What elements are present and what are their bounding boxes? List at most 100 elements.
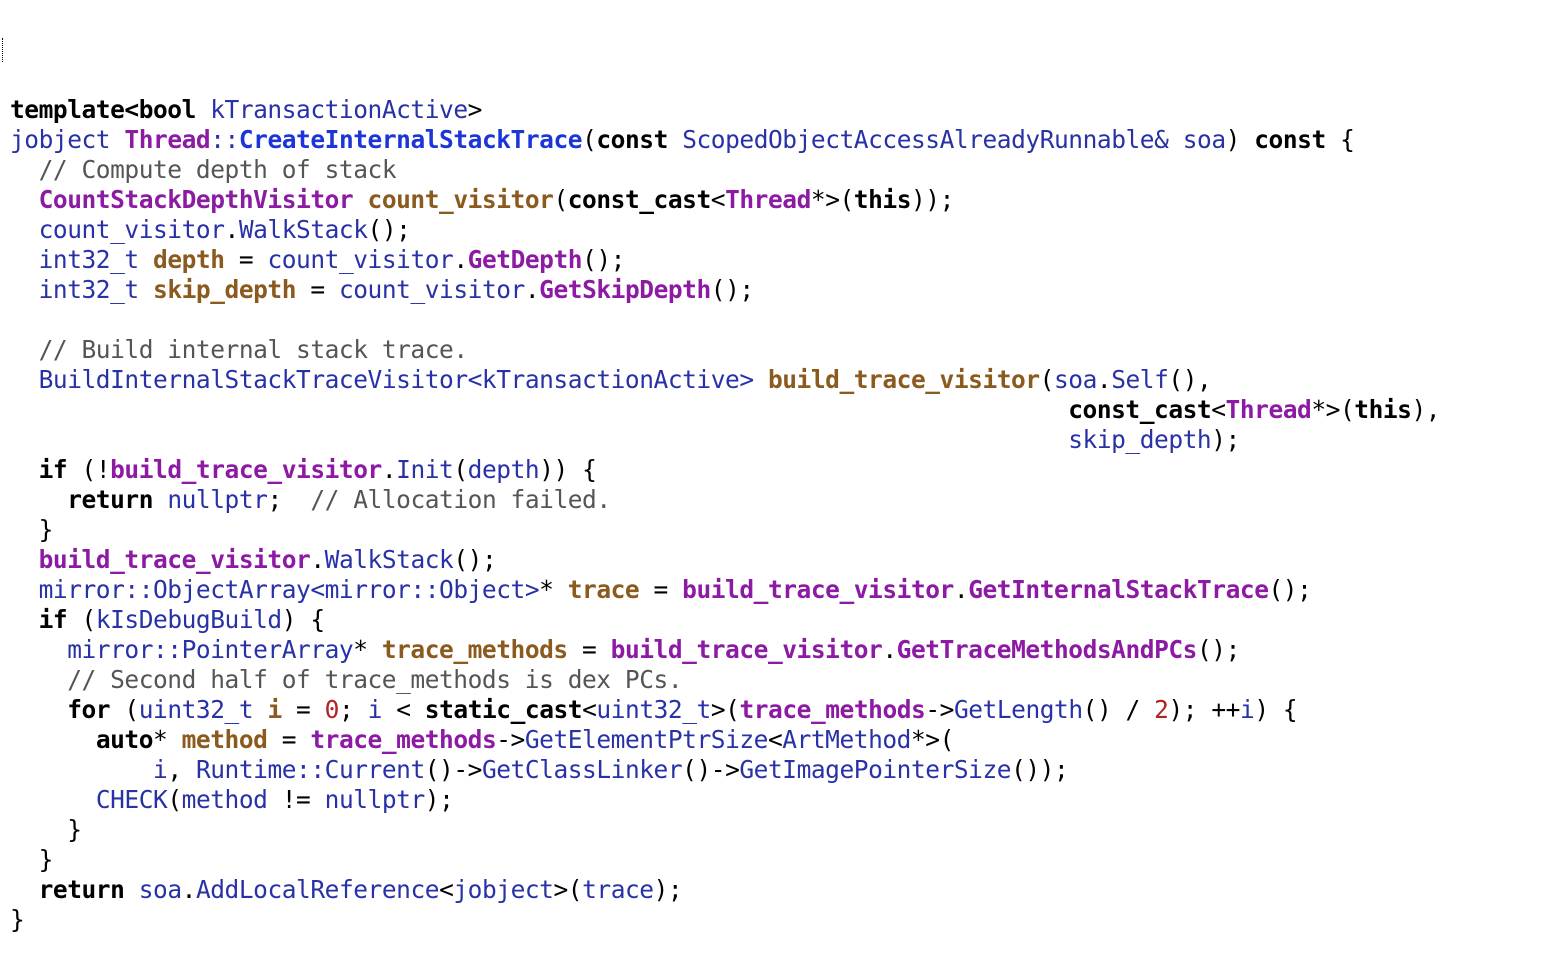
method-token: GetDepth: [467, 245, 583, 274]
comment-token: // Second half of trace_methods is dex P…: [67, 665, 683, 694]
punct-token: ,: [167, 755, 196, 784]
code-line: template<bool kTransactionActive>: [10, 95, 1564, 125]
punct-token: [10, 275, 39, 304]
identifier-token: i: [367, 695, 383, 724]
identifier-token: soa: [1053, 365, 1097, 394]
keyword-token: if: [38, 605, 68, 634]
type-token: mirror::PointerArray: [67, 635, 354, 664]
class-token: Thread: [1225, 395, 1312, 424]
punct-token: >: [467, 95, 483, 124]
punct-token: =: [639, 575, 683, 604]
punct-token: [10, 725, 96, 754]
punct-token: );: [1211, 425, 1240, 454]
code-line: }: [10, 815, 1564, 845]
code-line: return soa.AddLocalReference<jobject>(tr…: [10, 875, 1564, 905]
punct-token: }: [10, 845, 54, 874]
punct-token: ) {: [1254, 695, 1298, 724]
punct-token: ();: [453, 545, 497, 574]
member-token: trace_methods: [310, 725, 497, 754]
punct-token: );: [424, 785, 454, 814]
type-token: mirror::ObjectArray<mirror::Object>: [38, 575, 540, 604]
punct-token: =: [267, 725, 311, 754]
keyword-token: const_cast: [567, 185, 711, 214]
punct-token: (: [67, 605, 97, 634]
punct-token: [1168, 125, 1182, 154]
punct-token: .: [224, 215, 240, 244]
punct-token: [10, 365, 39, 394]
punct-token: [10, 395, 1068, 424]
member-token: build_trace_visitor: [682, 575, 954, 604]
punct-token: [139, 245, 153, 274]
punct-token: *>(: [910, 725, 954, 754]
call-token: CHECK: [95, 785, 168, 814]
code-line: // Second half of trace_methods is dex P…: [10, 665, 1564, 695]
code-line: return nullptr; // Allocation failed.: [10, 485, 1564, 515]
keyword-token: template<bool: [10, 95, 196, 124]
code-line: count_visitor.WalkStack();: [10, 215, 1564, 245]
keyword-token: for: [67, 695, 111, 724]
type-token: Runtime::: [195, 755, 325, 784]
identifier-token: i: [1240, 695, 1255, 724]
call-token: AddLocalReference: [195, 875, 440, 904]
punct-token: ;: [338, 695, 368, 724]
keyword-token: this: [853, 185, 912, 214]
punct-token: [353, 185, 367, 214]
punct-token: *: [153, 725, 182, 754]
type-token: kTransactionActive: [210, 95, 468, 124]
type-token: ::: [210, 125, 239, 154]
variable-token: i: [267, 695, 282, 724]
member-token: build_trace_visitor: [110, 455, 382, 484]
type-token: int32_t: [38, 245, 140, 274]
comment-token: // Compute depth of stack: [38, 155, 397, 184]
punct-token: .: [524, 275, 540, 304]
punct-token: [253, 695, 267, 724]
punct-token: ->: [496, 725, 525, 754]
identifier-token: soa: [1182, 125, 1226, 154]
call-token: Init: [396, 455, 454, 484]
keyword-token: return: [67, 485, 154, 514]
code-lines: template<bool kTransactionActive> jobject…: [10, 95, 1564, 935]
punct-token: <: [1211, 395, 1226, 424]
punct-token: <: [767, 725, 783, 754]
variable-token: build_trace_visitor: [767, 365, 1040, 394]
code-line: mirror::ObjectArray<mirror::Object>* tra…: [10, 575, 1564, 605]
punct-token: [10, 485, 67, 514]
punct-token: {: [1325, 125, 1355, 154]
punct-token: (!: [67, 455, 111, 484]
punct-token: <: [439, 875, 454, 904]
call-token: GetElementPtrSize: [524, 725, 769, 754]
variable-token: depth: [153, 245, 225, 274]
code-line: for (uint32_t i = 0; i < static_cast<uin…: [10, 695, 1564, 725]
punct-token: [139, 275, 153, 304]
type-token: ArtMethod: [782, 725, 911, 754]
punct-token: [10, 875, 39, 904]
identifier-token: depth: [467, 455, 540, 484]
identifier-token: method: [181, 785, 268, 814]
call-token: GetImagePointerSize: [739, 755, 1012, 784]
punct-token: ());: [1011, 755, 1069, 784]
code-editor[interactable]: template<bool kTransactionActive> jobject…: [2, 5, 1564, 965]
text-caret: [2, 38, 5, 62]
punct-token: ();: [710, 275, 754, 304]
code-line: int32_t skip_depth = count_visitor.GetSk…: [10, 275, 1564, 305]
punct-token: ): [1225, 125, 1255, 154]
punct-token: [196, 95, 210, 124]
punct-token: ));: [911, 185, 954, 214]
punct-token: (: [582, 125, 597, 154]
comment-token: // Allocation failed.: [310, 485, 611, 514]
code-line: CountStackDepthVisitor count_visitor(con…: [10, 185, 1564, 215]
class-token: Thread: [124, 125, 211, 154]
punct-token: *>(: [1311, 395, 1355, 424]
punct-token: .: [882, 635, 897, 664]
code-line: build_trace_visitor.WalkStack();: [10, 545, 1564, 575]
type-token: nullptr: [324, 785, 426, 814]
keyword-token: if: [38, 455, 68, 484]
punct-token: (: [453, 455, 468, 484]
punct-token: [110, 125, 124, 154]
member-token: build_trace_visitor: [38, 545, 311, 574]
call-token: WalkStack: [238, 215, 368, 244]
identifier-token: skip_depth: [1068, 425, 1212, 454]
variable-token: trace_methods: [381, 635, 568, 664]
code-line: jobject Thread::CreateInternalStackTrace…: [10, 125, 1564, 155]
